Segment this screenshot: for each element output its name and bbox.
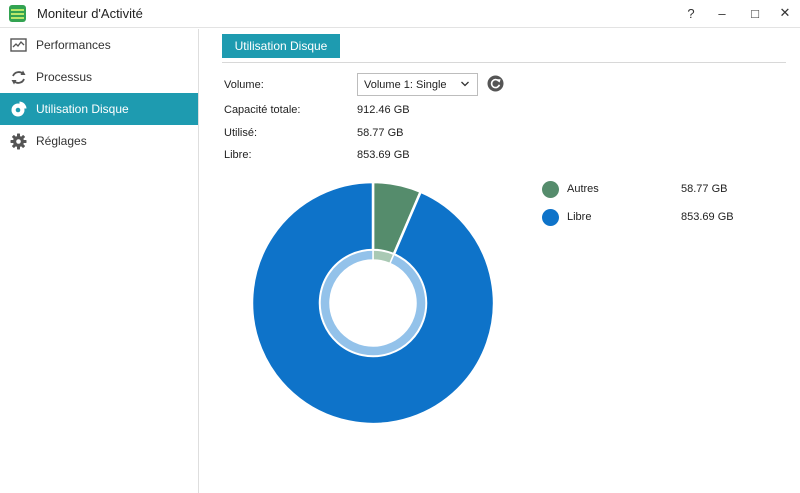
gear-icon <box>10 133 27 150</box>
window-title: Moniteur d'Activité <box>37 6 143 21</box>
donut-center-hole <box>330 260 416 346</box>
tab-divider <box>222 62 786 63</box>
sidebar-item-reglages[interactable]: Réglages <box>0 125 198 157</box>
minimize-icon: – <box>718 5 726 21</box>
help-button[interactable]: ? <box>676 0 706 26</box>
title-bar: Moniteur d'Activité ? – □ ✕ <box>0 0 800 28</box>
capacity-value: 912.46 GB <box>357 104 410 116</box>
sidebar-item-performances[interactable]: Performances <box>0 29 198 61</box>
tab-utilisation-disque[interactable]: Utilisation Disque <box>222 34 340 58</box>
disk-usage-icon <box>11 101 27 117</box>
volume-select[interactable]: Volume 1: Single <box>357 73 478 96</box>
chevron-down-icon <box>461 81 469 87</box>
close-window-button[interactable]: ✕ <box>770 0 800 26</box>
sidebar-item-label: Réglages <box>36 134 87 148</box>
sidebar: Performances Processus Utilisation Disqu… <box>0 29 199 493</box>
free-value: 853.69 GB <box>357 149 410 161</box>
used-label: Utilisé: <box>224 127 258 139</box>
legend-value: 58.77 GB <box>681 183 728 195</box>
legend-label: Libre <box>567 211 592 223</box>
maximize-icon: □ <box>751 5 759 21</box>
free-label: Libre: <box>224 149 252 161</box>
volume-selected-value: Volume 1: Single <box>364 79 447 91</box>
performance-chart-icon <box>10 38 27 52</box>
activity-monitor-app-icon <box>9 5 26 22</box>
legend-dot-autres <box>542 181 559 198</box>
help-icon: ? <box>687 5 695 21</box>
refresh-icon[interactable] <box>487 75 504 92</box>
sidebar-item-label: Utilisation Disque <box>36 102 129 116</box>
disk-usage-donut-chart <box>250 180 496 426</box>
refresh-cycle-icon <box>11 70 26 85</box>
minimize-button[interactable]: – <box>707 0 737 26</box>
used-value: 58.77 GB <box>357 127 404 139</box>
capacity-label: Capacité totale: <box>224 104 301 116</box>
legend-label: Autres <box>567 183 599 195</box>
sidebar-item-processus[interactable]: Processus <box>0 61 198 93</box>
sidebar-item-utilisation-disque[interactable]: Utilisation Disque <box>0 93 198 125</box>
sidebar-item-label: Processus <box>36 70 93 84</box>
sidebar-item-label: Performances <box>36 38 111 52</box>
close-icon: ✕ <box>779 5 791 20</box>
maximize-button[interactable]: □ <box>740 0 770 26</box>
legend-item-autres: Autres 58.77 GB <box>542 180 742 200</box>
legend-dot-libre <box>542 209 559 226</box>
legend-item-libre: Libre 853.69 GB <box>542 208 742 228</box>
legend-value: 853.69 GB <box>681 211 734 223</box>
volume-label: Volume: <box>224 79 264 91</box>
